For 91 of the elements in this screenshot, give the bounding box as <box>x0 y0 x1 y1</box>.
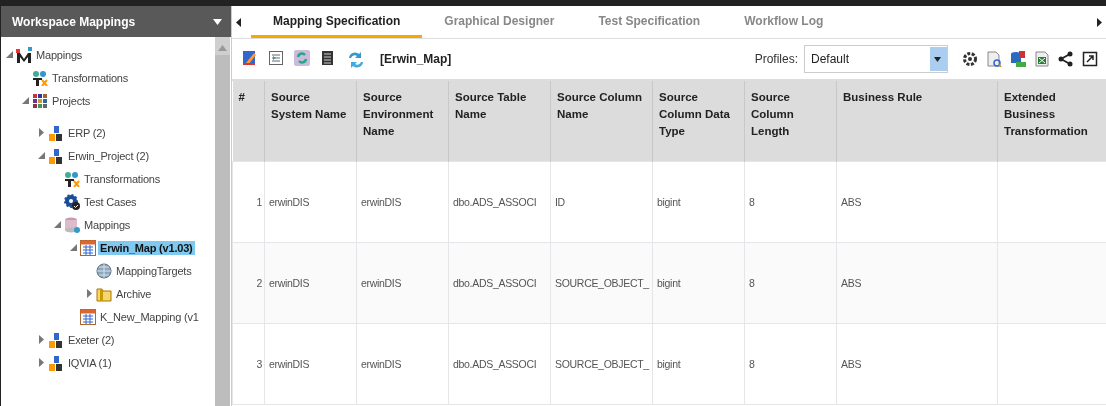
transformation-icon <box>64 170 80 187</box>
column-header[interactable]: Extended Business Transformation <box>997 81 1106 162</box>
tree-item[interactable]: Transformations <box>82 171 163 186</box>
collapsed-arrow-icon[interactable] <box>38 358 44 367</box>
column-header[interactable]: Source Column Name <box>550 81 653 162</box>
table-cell: ABS <box>836 323 998 405</box>
tree-item[interactable]: K_New_Mapping (v1 <box>98 309 201 324</box>
tab[interactable]: Graphical Designer <box>422 6 577 38</box>
scrollbar[interactable] <box>215 37 230 406</box>
table-cell: bigint <box>652 161 745 243</box>
collapsed-arrow-icon[interactable] <box>86 289 92 298</box>
table-cell: erwinDIS <box>356 323 449 405</box>
share-icon[interactable] <box>1058 51 1074 67</box>
scroll-left-icon[interactable] <box>236 17 241 27</box>
blocks-icon <box>48 124 64 141</box>
table-cell: SOURCE_OBJECT_ <box>550 242 653 324</box>
table-cell: 8 <box>744 161 837 243</box>
profiles-dropdown[interactable]: Default <box>804 45 948 73</box>
folder-icon <box>96 285 112 302</box>
settings-icon[interactable] <box>962 51 978 67</box>
tree-item[interactable]: ERP (2) <box>66 125 108 140</box>
tree-item[interactable]: Archive <box>114 286 154 301</box>
caret-icon[interactable] <box>213 18 222 25</box>
tree-item[interactable]: Erwin_Map (v1.03) <box>98 240 195 255</box>
tree-item[interactable]: Projects <box>50 93 93 108</box>
table-cell: 8 <box>744 323 837 405</box>
column-header[interactable]: Source Environment Name <box>356 81 449 162</box>
profiles-label: Profiles: <box>754 52 798 66</box>
expanded-arrow-icon[interactable] <box>37 152 45 159</box>
tree-item[interactable]: Mappings <box>82 217 133 232</box>
tree-item[interactable]: MappingTargets <box>114 263 194 278</box>
expanded-arrow-icon[interactable] <box>21 97 29 104</box>
tree-item[interactable]: Transformations <box>50 70 131 85</box>
refresh-icon[interactable] <box>294 50 312 68</box>
column-header[interactable]: # <box>232 81 265 162</box>
table-cell: erwinDIS <box>356 161 449 243</box>
grid-icon <box>32 92 48 109</box>
table-cell: dbo.ADS_ASSOCI <box>448 242 551 324</box>
table-cell: ABS <box>836 242 998 324</box>
blocks-icon <box>48 331 64 348</box>
table-cell: erwinDIS <box>264 323 357 405</box>
scroll-right-icon[interactable] <box>1097 17 1102 27</box>
tree-item[interactable]: Mappings <box>34 47 85 62</box>
column-header[interactable]: Source System Name <box>264 81 357 162</box>
column-header[interactable]: Business Rule <box>836 81 998 162</box>
column-header[interactable]: Source Column Length <box>744 81 837 162</box>
row-number: 2 <box>232 242 265 324</box>
column-header[interactable]: Source Column Data Type <box>652 81 745 162</box>
blocks-icon <box>48 354 64 371</box>
table-cell: erwinDIS <box>264 242 357 324</box>
tab[interactable]: Workflow Log <box>722 6 846 38</box>
table-cell: erwinDIS <box>356 242 449 324</box>
sync-icon[interactable] <box>346 50 364 68</box>
column-header[interactable]: Source Table Name <box>448 81 551 162</box>
database-icon <box>64 216 80 233</box>
tree-item[interactable]: Erwin_Project (2) <box>66 148 151 163</box>
gear-icon <box>64 193 80 210</box>
table-cell: dbo.ADS_ASSOCI <box>448 323 551 405</box>
table-cell: SOURCE_OBJECT_ <box>550 323 653 405</box>
expanded-arrow-icon[interactable] <box>53 221 61 228</box>
transformation-icon <box>32 69 48 86</box>
table-cell: ABS <box>836 161 998 243</box>
expanded-arrow-icon[interactable] <box>69 244 77 251</box>
tab[interactable]: Mapping Specification <box>251 6 423 38</box>
calendar-icon <box>80 239 96 256</box>
dropdown-caret-icon <box>934 56 941 62</box>
calendar-icon <box>80 308 96 325</box>
table-cell: bigint <box>652 323 745 405</box>
tab[interactable]: Test Specification <box>576 6 723 38</box>
table-cell: erwinDIS <box>264 161 357 243</box>
document-search-icon[interactable] <box>986 51 1002 67</box>
collapsed-arrow-icon[interactable] <box>38 128 44 137</box>
external-link-icon[interactable] <box>1082 51 1098 67</box>
sidebar-title: Workspace Mappings <box>12 14 136 29</box>
expanded-arrow-icon[interactable] <box>5 51 13 58</box>
globe-icon <box>96 262 112 279</box>
letter-m-icon <box>16 46 32 63</box>
tree-item[interactable]: Test Cases <box>82 194 139 209</box>
panel-icon[interactable] <box>268 50 286 68</box>
row-number: 1 <box>232 161 265 243</box>
blocks-icon <box>48 147 64 164</box>
table-cell: ID <box>550 161 653 243</box>
tree-item[interactable]: Exeter (2) <box>66 332 117 347</box>
tree-item[interactable]: IQVIA (1) <box>66 355 114 370</box>
collapsed-arrow-icon[interactable] <box>38 335 44 344</box>
table-cell: dbo.ADS_ASSOCI <box>448 161 551 243</box>
spreadsheet-icon[interactable] <box>1034 51 1050 67</box>
map-name: [Erwin_Map] <box>380 52 452 66</box>
table-cell: bigint <box>652 242 745 324</box>
table-cell: 8 <box>744 242 837 324</box>
row-number: 3 <box>232 323 265 405</box>
